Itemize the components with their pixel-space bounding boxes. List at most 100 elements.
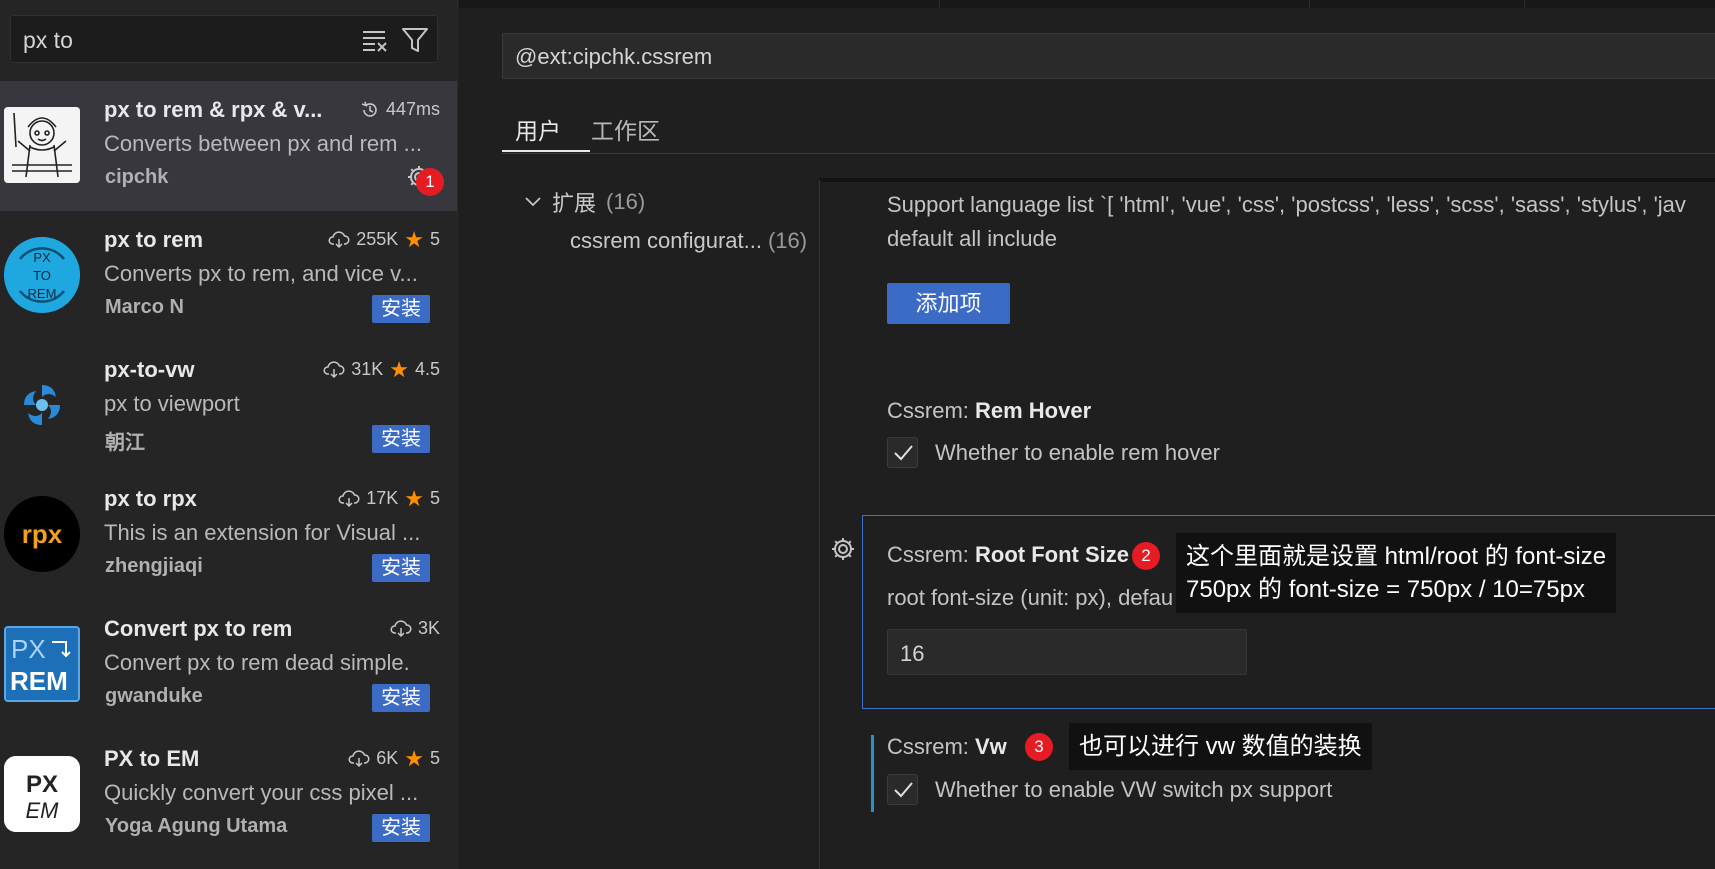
tab-separator bbox=[939, 0, 940, 8]
download-cloud-icon bbox=[328, 230, 350, 248]
download-count: 3K bbox=[417, 618, 440, 638]
toc-divider bbox=[819, 180, 820, 869]
tooltip-line: 750px 的 font-size = 750px / 10=75px bbox=[1186, 576, 1585, 603]
extension-stats: 6K ★ 5 bbox=[348, 745, 440, 771]
svg-text:TO: TO bbox=[33, 268, 51, 283]
extensions-sidebar: px to px to rem & rpx & v... 447ms Conve… bbox=[0, 0, 458, 869]
extension-publisher: cipchk bbox=[105, 166, 169, 188]
toc-extensions[interactable]: 扩展 (16) bbox=[524, 186, 645, 218]
extension-stats: 31K ★ 4.5 bbox=[323, 356, 440, 382]
extension-logo bbox=[4, 367, 80, 443]
editor-tab-bar bbox=[459, 0, 1715, 8]
px-em-logo-icon: PX EM bbox=[4, 756, 80, 832]
filter-icon[interactable] bbox=[401, 26, 429, 54]
svg-text:REM: REM bbox=[10, 666, 68, 696]
extension-stats: 447ms bbox=[360, 99, 440, 120]
toc-extensions-label: 扩展 bbox=[552, 191, 597, 216]
extension-logo: PX TO REM bbox=[4, 237, 80, 313]
toc-cssrem-label: cssrem configurat... bbox=[570, 228, 762, 253]
extension-publisher: Marco N bbox=[105, 296, 184, 318]
extension-name: px to rem bbox=[104, 227, 204, 252]
star-icon: ★ bbox=[404, 745, 424, 771]
settings-search-input[interactable]: @ext:cipchk.cssrem bbox=[515, 44, 712, 70]
download-cloud-icon bbox=[390, 619, 412, 637]
svg-text:PX: PX bbox=[33, 250, 51, 265]
rem-hover-title: Cssrem: Rem Hover bbox=[887, 398, 1091, 424]
install-button[interactable]: 安装 bbox=[372, 684, 430, 712]
tab-divider bbox=[502, 153, 1715, 154]
install-button[interactable]: 安装 bbox=[372, 814, 430, 842]
tab-separator bbox=[1524, 0, 1525, 8]
tab-separator bbox=[1309, 0, 1310, 8]
extension-item-px-to-vw[interactable]: px-to-vw 31K ★ 4.5 px to viewport 朝江 安装 bbox=[0, 341, 457, 471]
clear-search-results-icon[interactable] bbox=[361, 26, 389, 54]
extension-description: Quickly convert your css pixel ... bbox=[104, 780, 419, 805]
setting-gear-icon[interactable] bbox=[829, 535, 857, 563]
svg-text:PX: PX bbox=[11, 634, 46, 664]
extension-stats: 255K ★ 5 bbox=[328, 228, 440, 250]
extension-description: Convert px to rem dead simple. bbox=[104, 650, 410, 675]
star-icon: ★ bbox=[389, 356, 409, 382]
history-icon bbox=[361, 101, 377, 117]
settings-search-box[interactable]: @ext:cipchk.cssrem bbox=[502, 33, 1715, 79]
root-font-size-input[interactable]: 16 bbox=[887, 629, 1247, 675]
root-font-size-description: root font-size (unit: px), defau bbox=[887, 585, 1174, 610]
install-button[interactable]: 安装 bbox=[372, 295, 430, 323]
extension-logo: PX EM bbox=[4, 756, 80, 832]
rem-hover-description: Whether to enable rem hover bbox=[935, 440, 1220, 465]
setting-name: Root Font Size bbox=[975, 542, 1129, 567]
extension-publisher: zhengjiaqi bbox=[105, 555, 203, 577]
svg-text:PX: PX bbox=[26, 771, 58, 798]
extension-item-px-to-rem[interactable]: PX TO REM px to rem 255K ★ 5 Converts px… bbox=[0, 211, 457, 341]
setting-category: Cssrem: bbox=[887, 542, 975, 567]
download-count: 31K bbox=[351, 359, 384, 379]
rem-hover-checkbox[interactable] bbox=[887, 437, 918, 468]
modified-indicator bbox=[871, 735, 874, 812]
vw-checkbox[interactable] bbox=[887, 774, 918, 805]
chevron-down-icon bbox=[525, 197, 541, 207]
toc-cssrem-configuration[interactable]: cssrem configurat... (16) bbox=[570, 228, 807, 254]
vw-description: Whether to enable VW switch px support bbox=[935, 777, 1333, 802]
extension-item-px-to-em[interactable]: PX EM PX to EM 6K ★ 5 Quickly convert yo… bbox=[0, 730, 457, 860]
install-button[interactable]: 安装 bbox=[372, 425, 430, 453]
setting-category: Cssrem: bbox=[887, 398, 975, 423]
extension-name: px to rpx bbox=[104, 486, 197, 511]
extension-logo: PX REM bbox=[4, 626, 80, 702]
extension-search-input[interactable]: px to bbox=[23, 27, 73, 54]
extension-description: Converts px to rem, and vice v... bbox=[104, 261, 418, 286]
checkmark-icon bbox=[894, 445, 913, 461]
extension-description: Converts between px and rem ... bbox=[104, 131, 422, 156]
extension-stats: 3K bbox=[390, 618, 440, 639]
extension-item-convert-px-to-rem[interactable]: PX REM Convert px to rem 3K Convert px t… bbox=[0, 600, 457, 730]
settings-list-top-shadow bbox=[819, 178, 1715, 182]
extension-item-px-to-rem-rpx-vw[interactable]: px to rem & rpx & v... 447ms Converts be… bbox=[0, 81, 457, 211]
rpx-logo-icon: rpx bbox=[4, 496, 80, 572]
extension-name: px-to-vw bbox=[104, 357, 195, 382]
extension-description: This is an extension for Visual ... bbox=[104, 520, 421, 545]
extension-item-px-to-rpx[interactable]: rpx px to rpx 17K ★ 5 This is an extensi… bbox=[0, 470, 457, 600]
extension-publisher: gwanduke bbox=[105, 685, 203, 707]
extension-search-box[interactable]: px to bbox=[10, 15, 438, 63]
tab-workspace[interactable]: 工作区 bbox=[591, 112, 660, 146]
rating: 5 bbox=[429, 748, 440, 768]
add-item-button[interactable]: 添加项 bbox=[887, 283, 1010, 324]
download-count: 6K bbox=[376, 748, 399, 768]
extension-logo bbox=[4, 107, 80, 183]
vw-title: Cssrem: Vw bbox=[887, 734, 1007, 760]
annotation-badge-3: 3 bbox=[1025, 733, 1053, 761]
setting-name: Rem Hover bbox=[975, 398, 1092, 423]
download-count: 255K bbox=[356, 229, 399, 249]
extension-logo: rpx bbox=[4, 496, 80, 572]
root-font-size-value[interactable]: 16 bbox=[900, 641, 924, 667]
install-button[interactable]: 安装 bbox=[372, 554, 430, 582]
sketch-character-icon bbox=[4, 107, 80, 183]
languages-description-line1: Support language list `[ 'html', 'vue', … bbox=[887, 192, 1686, 217]
tab-user[interactable]: 用户 bbox=[515, 112, 561, 146]
setting-name: Vw bbox=[975, 734, 1007, 759]
extension-description: px to viewport bbox=[104, 391, 240, 416]
settings-editor: @ext:cipchk.cssrem 用户 工作区 扩展 (16) cssrem… bbox=[459, 0, 1715, 869]
px-to-rem-logo-icon: PX TO REM bbox=[4, 237, 80, 313]
download-count: 17K bbox=[366, 488, 399, 508]
svg-text:REM: REM bbox=[28, 286, 57, 301]
download-cloud-icon bbox=[338, 489, 360, 507]
